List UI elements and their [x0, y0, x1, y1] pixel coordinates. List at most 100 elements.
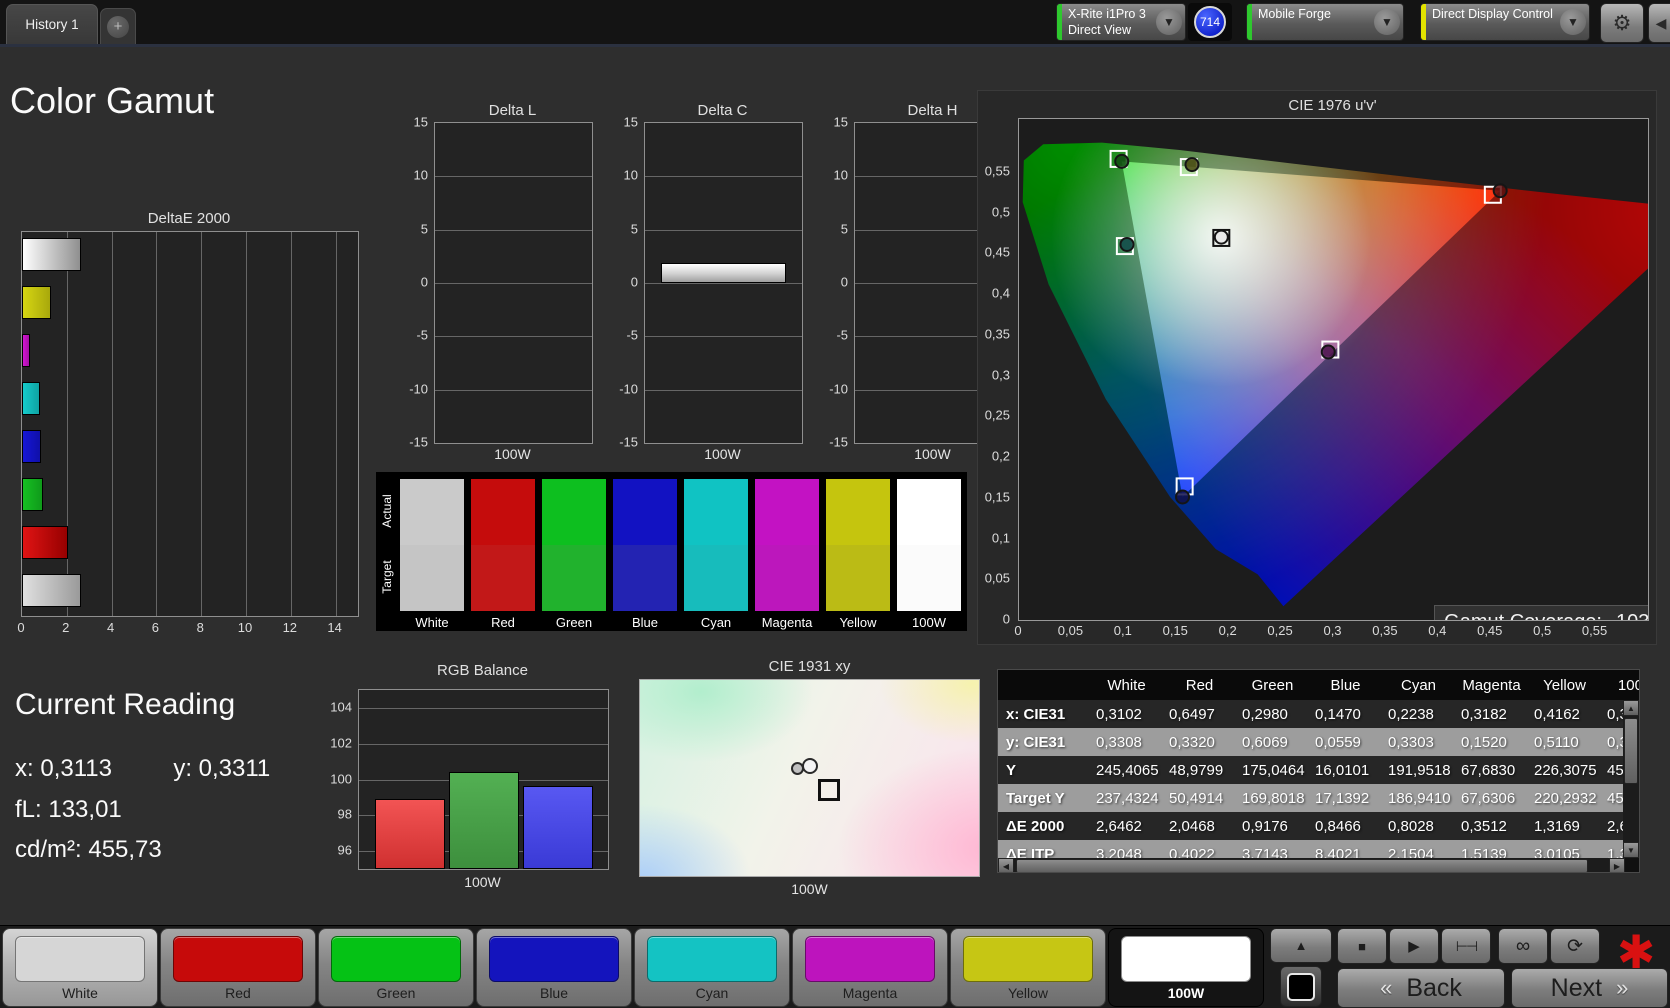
axis-tick-label: 0: [420, 274, 428, 290]
current-reading-title: Current Reading: [15, 688, 236, 721]
interval-measure-button[interactable]: ⊢⊣: [1441, 928, 1491, 964]
accent-strip: [0, 44, 1670, 47]
table-cell: 237,4324: [1096, 789, 1159, 807]
tab-history-1[interactable]: History 1: [6, 4, 98, 44]
color-swatch-cyan: [647, 936, 777, 982]
swatch-column-red: Red: [471, 479, 535, 630]
measured-marker-cyan: [1119, 236, 1135, 252]
actual-swatch-blue: [613, 479, 677, 545]
axis-tick-label: 0: [1002, 611, 1010, 627]
scroll-right-button[interactable]: ▶: [1609, 858, 1625, 872]
gridline: [435, 389, 592, 391]
gridline: [645, 176, 802, 178]
patch-button-green[interactable]: Green: [318, 928, 474, 1007]
horizontal-scroll-thumb[interactable]: [1016, 859, 1588, 872]
vertical-scrollbar[interactable]: ▲ ▼: [1623, 700, 1639, 858]
table-body: x: CIE31 0,3102 0,6497 0,2980 0,1470 0,2238 0,…: [998, 700, 1625, 858]
deltae2000-chart: [21, 231, 359, 617]
table-row: ΔE 2000 2,6462 2,0468 0,9176 0,8466 0,8028 0,3…: [998, 812, 1625, 840]
table-row-label: x: CIE31: [1006, 705, 1066, 723]
color-swatch-white: [15, 936, 145, 982]
next-button[interactable]: Next »: [1511, 968, 1668, 1008]
table-cell: 1,3169: [1534, 817, 1580, 835]
swatch-column-label: 100W: [912, 615, 946, 630]
delta-c-y-axis: 15 10 5 0 -5 -10 -15: [608, 115, 642, 450]
axis-tick-label: 10: [237, 620, 253, 635]
patch-button-magenta[interactable]: Magenta: [792, 928, 948, 1007]
patch-button-cyan[interactable]: Cyan: [634, 928, 790, 1007]
patch-button-blue[interactable]: Blue: [476, 928, 632, 1007]
deltae2000-x-axis: 0 2 4 6 8 10 12 14: [17, 620, 357, 636]
rgb-bar-green: [449, 772, 519, 869]
source-dropdown[interactable]: Mobile Forge ▼: [1246, 3, 1404, 41]
table-cell: 1,5139: [1461, 845, 1507, 859]
table-row-label: ΔE 2000: [1006, 817, 1065, 835]
patch-button-red[interactable]: Red: [160, 928, 316, 1007]
stop-measure-button[interactable]: ■: [1337, 928, 1387, 964]
scroll-down-button[interactable]: ▼: [1623, 842, 1639, 858]
horizontal-scrollbar[interactable]: ◀ ▶: [998, 858, 1625, 872]
delta-c-x-label: 100W: [704, 446, 741, 462]
table-cell: 0,3182: [1461, 705, 1507, 723]
delta-c-chart: [644, 122, 803, 444]
vertical-scroll-thumb[interactable]: [1624, 718, 1638, 784]
plus-icon: +: [107, 15, 129, 38]
continuous-measure-button[interactable]: ∞: [1498, 928, 1548, 964]
back-button[interactable]: « Back: [1337, 968, 1505, 1008]
scroll-left-button[interactable]: ◀: [998, 858, 1014, 872]
patch-button-yellow[interactable]: Yellow: [950, 928, 1106, 1007]
chart-title-delta-l: Delta L: [488, 102, 537, 119]
table-cell: 0,6497: [1169, 705, 1215, 723]
patch-button-white[interactable]: White: [2, 928, 158, 1007]
page-title: Color Gamut: [10, 80, 215, 121]
settings-button[interactable]: ⚙: [1600, 3, 1644, 43]
swatch-column-label: Magenta: [761, 615, 813, 630]
next-button-label: Next: [1550, 973, 1603, 1002]
axis-tick-label: 104: [330, 699, 352, 715]
table-row-label: y: CIE31: [1006, 733, 1066, 751]
gridline: [645, 229, 802, 231]
axis-tick-label: 15: [623, 114, 638, 130]
gridline: [359, 707, 608, 709]
target-swatch-green: [542, 545, 606, 611]
axis-tick-label: 0,05: [1057, 623, 1084, 638]
axis-tick-label: 0,5: [1533, 623, 1552, 638]
axis-tick-label: 0,55: [984, 163, 1010, 179]
play-measure-button[interactable]: ▶: [1389, 928, 1439, 964]
cie1976-y-axis: 0 0,05 0,1 0,15 0,2 0,25 0,3 0,35 0,4 0,45 0,5 0,55: [978, 118, 1014, 626]
axis-tick-label: 0,3: [991, 367, 1010, 383]
axis-tick-label: -15: [829, 434, 848, 450]
patch-button-100w[interactable]: 100W: [1108, 928, 1264, 1007]
display-control-dropdown[interactable]: Direct Display Control ▼: [1420, 3, 1590, 41]
current-reading-cd: cd/m²: 455,73: [15, 836, 162, 864]
axis-tick-label: 0,45: [1477, 623, 1503, 638]
collapse-panel-button[interactable]: ◀: [1648, 3, 1670, 43]
gridline: [111, 232, 113, 616]
tab-history-1-label: History 1: [25, 17, 79, 32]
delta-l-y-axis: 15 10 5 0 -5 -10 -15: [398, 115, 432, 450]
swatch-column-label: Red: [491, 615, 515, 630]
swatch-column-label: Blue: [631, 615, 659, 630]
chevrons-right-icon: »: [1616, 975, 1629, 1000]
axis-tick-label: 5: [420, 221, 428, 237]
deltae-bar-green: [22, 478, 43, 511]
axis-tick-label: 0,35: [1372, 623, 1398, 638]
color-swatch-blue: [489, 936, 619, 982]
swatch-column-white: White: [400, 479, 464, 630]
actual-swatch-yellow: [826, 479, 890, 545]
display-window-button[interactable]: [1280, 966, 1322, 1007]
meter-dropdown[interactable]: X-Rite i1Pro 3 Direct View ▼: [1056, 3, 1186, 41]
axis-tick-label: 102: [330, 735, 352, 751]
patch-buttons: White Red Green Blue Cyan Magenta Yellow 100W: [2, 928, 1264, 1007]
scroll-up-button[interactable]: ▲: [1623, 700, 1639, 716]
axis-tick-label: 0,55: [1581, 623, 1608, 638]
color-swatch-magenta: [805, 936, 935, 982]
axis-tick-label: 5: [630, 221, 638, 237]
axis-tick-label: 10: [623, 167, 638, 183]
axis-tick-label: -5: [626, 327, 638, 343]
arrow-left-icon: ◀: [1002, 861, 1010, 871]
actual-swatch-100w: [897, 479, 961, 545]
refresh-measure-button[interactable]: ⟳: [1550, 928, 1600, 964]
patch-level-up-button[interactable]: ▲: [1270, 928, 1332, 963]
add-tab-button[interactable]: +: [100, 8, 136, 44]
